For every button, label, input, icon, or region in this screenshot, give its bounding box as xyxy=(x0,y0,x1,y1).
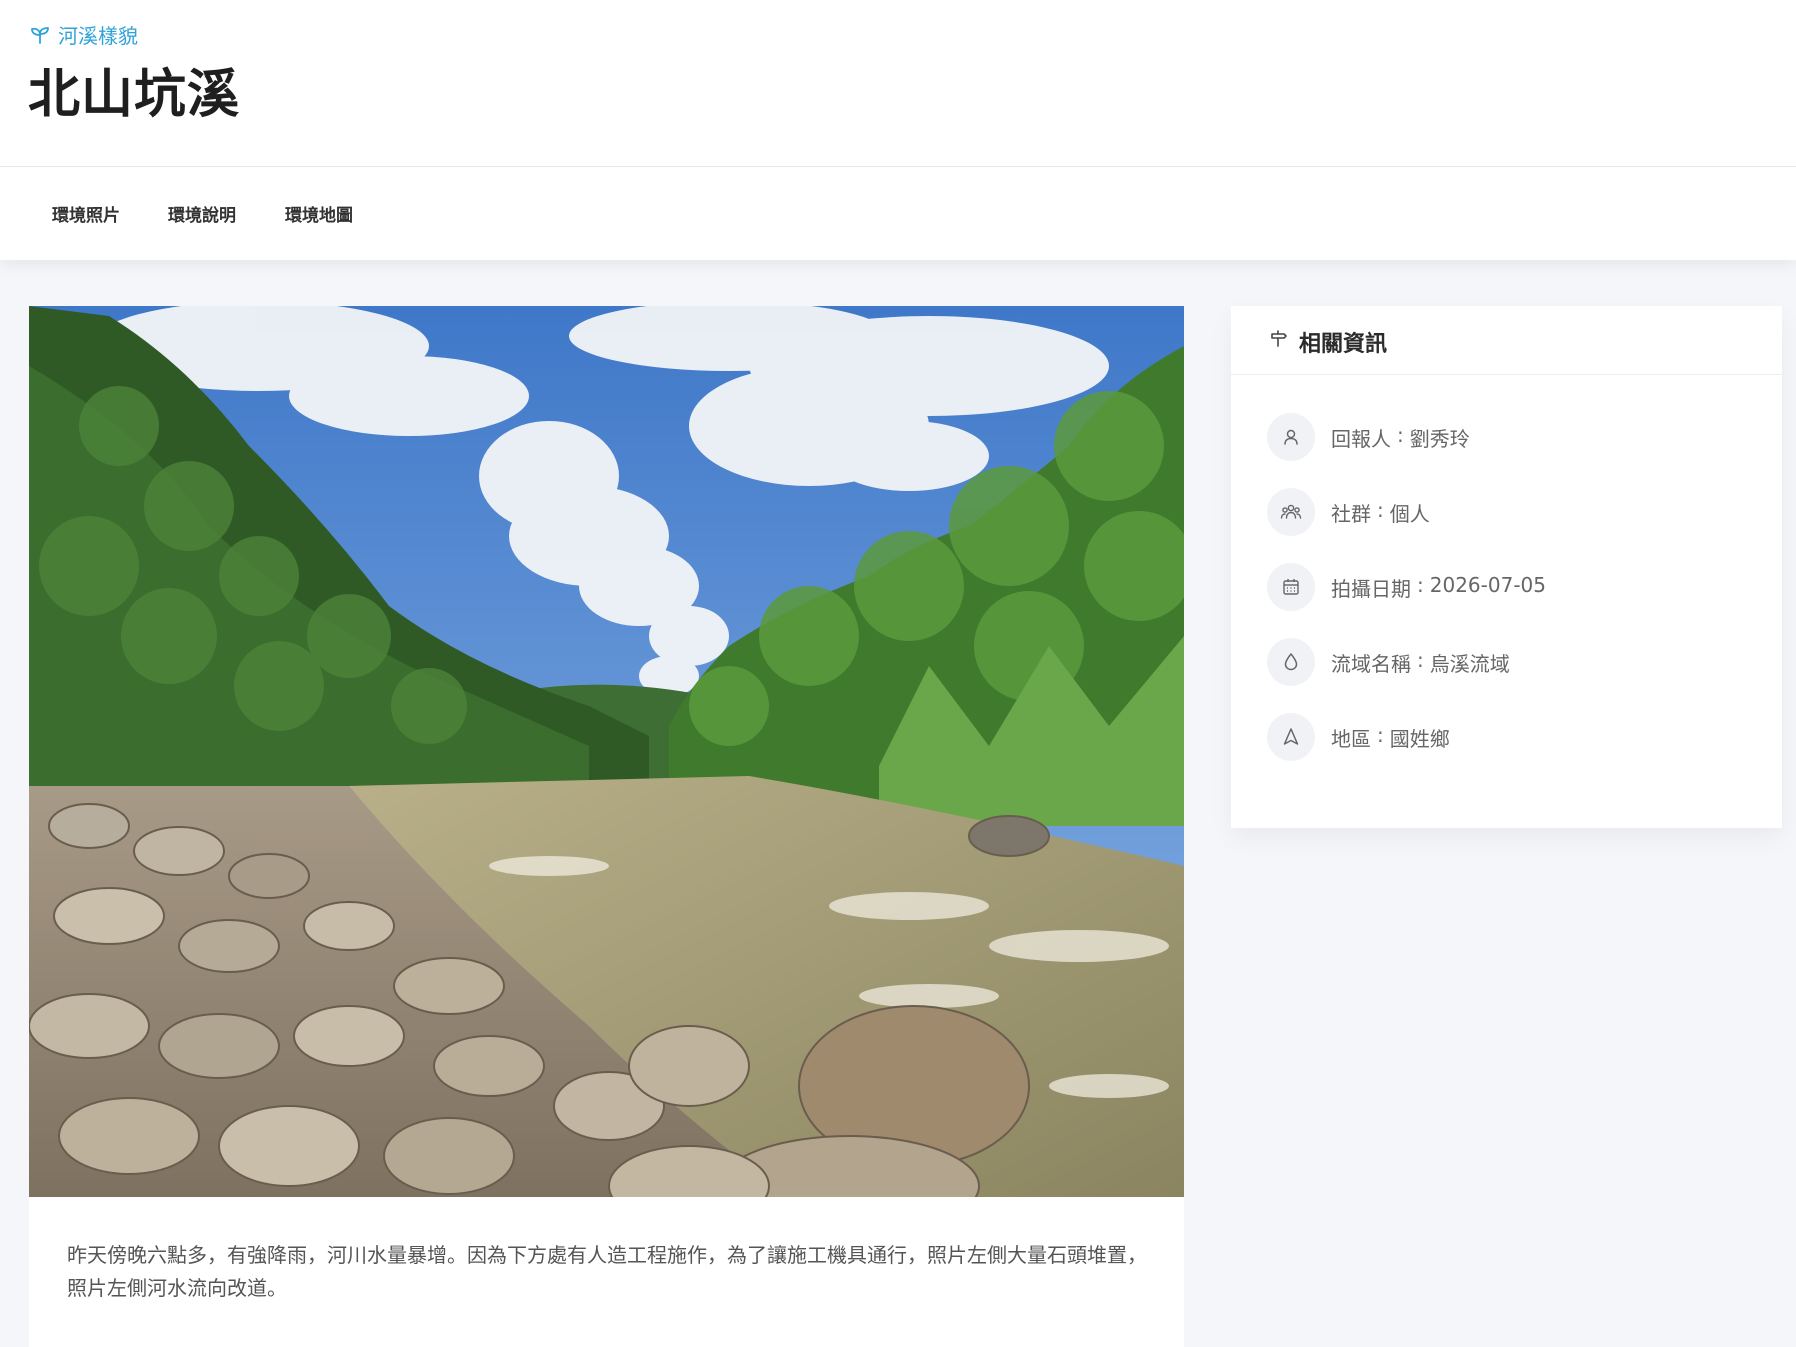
info-value: 個人 xyxy=(1389,501,1430,526)
tab-environment-map[interactable]: 環境地圖 xyxy=(285,201,353,226)
page-title: 北山坑溪 xyxy=(28,65,241,125)
droplet-icon xyxy=(1267,638,1315,686)
related-info-header: 相關資訊 xyxy=(1231,306,1782,375)
info-value: 2026-07-05 xyxy=(1429,572,1546,597)
category-text: 河溪樣貌 xyxy=(58,24,138,48)
info-text-watershed: 流域名稱 : 烏溪流域 xyxy=(1331,648,1510,677)
tab-bar: 環境照片 環境說明 環境地圖 xyxy=(0,167,1796,260)
info-row-reporter: 回報人 : 劉秀玲 xyxy=(1267,413,1470,461)
photo-card: 昨天傍晚六點多，有強降雨，河川水量暴增。因為下方處有人造工程施作，為了讓施工機具… xyxy=(29,306,1184,1347)
info-row-photo-date: 拍攝日期 : 2026-07-05 xyxy=(1267,563,1546,611)
tab-environment-description[interactable]: 環境說明 xyxy=(168,201,236,226)
related-info-title-text: 相關資訊 xyxy=(1299,332,1388,357)
info-separator: : xyxy=(1397,422,1404,447)
info-label: 地區 xyxy=(1331,726,1371,751)
group-icon xyxy=(1267,488,1315,536)
user-icon xyxy=(1267,413,1315,461)
info-label: 回報人 xyxy=(1331,426,1391,451)
info-separator: : xyxy=(1377,722,1384,747)
info-separator: : xyxy=(1377,497,1384,522)
related-info-card: 相關資訊 回報人 : 劉秀玲 社群: 個人 拍攝日期: 2026-07-05… xyxy=(1231,306,1782,828)
info-row-watershed: 流域名稱 : 烏溪流域 xyxy=(1267,638,1510,686)
page-header: 河溪樣貌 北山坑溪 xyxy=(0,0,1796,167)
info-row-region: 地區 : 國姓鄉 xyxy=(1267,713,1450,761)
signpost-icon xyxy=(1269,329,1289,355)
navigation-icon xyxy=(1267,713,1315,761)
info-label: 社群 xyxy=(1331,501,1371,526)
info-separator: : xyxy=(1417,572,1424,597)
info-text-region: 地區 : 國姓鄉 xyxy=(1331,723,1450,752)
related-info-title: 相關資訊 xyxy=(1269,326,1387,358)
calendar-icon xyxy=(1267,563,1315,611)
info-label: 流域名稱 xyxy=(1331,651,1411,676)
info-text-reporter: 回報人 : 劉秀玲 xyxy=(1331,423,1470,452)
info-value: 烏溪流域 xyxy=(1429,651,1510,676)
info-value: 劉秀玲 xyxy=(1409,426,1470,451)
photo-description: 昨天傍晚六點多，有強降雨，河川水量暴增。因為下方處有人造工程施作，為了讓施工機具… xyxy=(67,1243,1147,1300)
sprout-icon xyxy=(30,25,50,45)
info-separator: : xyxy=(1417,647,1424,672)
river-photo[interactable] xyxy=(29,306,1184,1197)
info-text-community: 社群 : 個人 xyxy=(1331,498,1430,527)
info-label: 拍攝日期 xyxy=(1331,576,1411,601)
category-label: 河溪樣貌 xyxy=(30,20,138,49)
tab-environment-photos[interactable]: 環境照片 xyxy=(52,201,120,226)
info-text-photo-date: 拍攝日期 : 2026-07-05 xyxy=(1331,573,1546,602)
info-value: 國姓鄉 xyxy=(1389,726,1450,751)
info-row-community: 社群 : 個人 xyxy=(1267,488,1430,536)
